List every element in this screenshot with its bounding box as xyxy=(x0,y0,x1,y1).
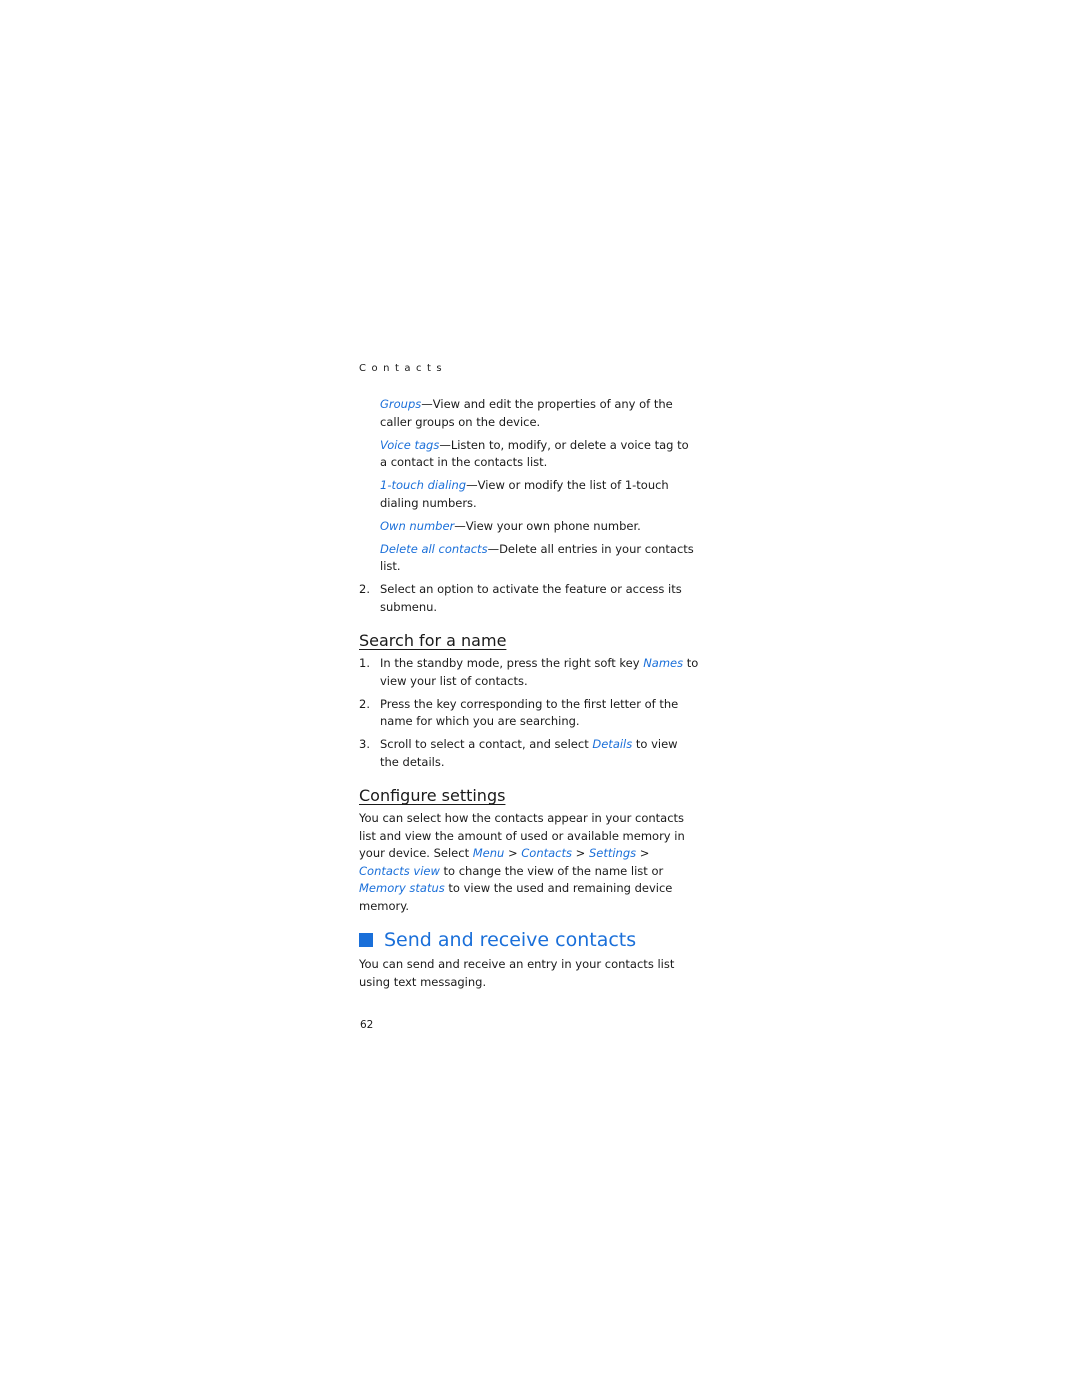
step-number: 3. xyxy=(359,737,370,751)
step-number: 2. xyxy=(359,696,370,711)
option-term: Delete all contacts xyxy=(380,541,488,556)
option-groups: Groups—View and edit the properties of a… xyxy=(380,396,699,431)
step-link: Details xyxy=(592,737,633,751)
send-receive-heading: Send and receive contacts xyxy=(359,927,699,953)
settings-link: Settings xyxy=(588,846,637,860)
option-voice-tags: Voice tags—Listen to, modify, or delete … xyxy=(380,437,699,472)
step-2: 2. Select an option to activate the feat… xyxy=(359,581,699,616)
search-step: 3. Scroll to select a contact, and selec… xyxy=(359,736,699,771)
step-text: Select an option to activate the feature… xyxy=(380,582,682,614)
configure-text: to change the view of the name list or xyxy=(439,863,664,878)
send-receive-paragraph: You can send and receive an entry in you… xyxy=(359,957,675,989)
page-number: 62 xyxy=(360,1019,374,1031)
path-separator: > xyxy=(636,846,650,860)
option-term: Voice tags xyxy=(380,437,440,452)
contacts-view-link: Contacts view xyxy=(359,863,440,878)
option-delete-all-contacts: Delete all contacts—Delete all entries i… xyxy=(380,541,699,576)
step-number: 2. xyxy=(359,582,370,596)
menu-link: Menu xyxy=(472,846,505,860)
step-text-pre: Scroll to select a contact, and select xyxy=(380,737,593,751)
manual-page: Contacts Groups—View and edit the proper… xyxy=(359,362,699,991)
running-header: Contacts xyxy=(359,363,448,374)
configure-paragraph: You can select how the contacts appear i… xyxy=(359,810,699,915)
option-desc: —View your own phone number. xyxy=(454,518,641,533)
section-square-icon xyxy=(359,933,373,947)
contacts-link: Contacts xyxy=(521,846,572,860)
path-separator: > xyxy=(504,846,522,860)
step-number: 1. xyxy=(359,656,370,670)
option-1-touch-dialing: 1-touch dialing—View or modify the list … xyxy=(380,477,699,512)
search-heading: Search for a name xyxy=(359,631,507,650)
step-text-pre: Press the key corresponding to the first… xyxy=(380,696,679,729)
memory-status-link: Memory status xyxy=(359,881,445,895)
option-desc: —View and edit the properties of any of … xyxy=(380,397,673,429)
search-step: 2. Press the key corresponding to the fi… xyxy=(359,696,699,731)
search-step: 1. In the standby mode, press the right … xyxy=(359,655,699,690)
step-link: Names xyxy=(643,656,684,670)
configure-heading: Configure settings xyxy=(359,786,506,805)
option-own-number: Own number—View your own phone number. xyxy=(380,518,699,536)
option-term: Own number xyxy=(380,518,455,533)
step-text-pre: In the standby mode, press the right sof… xyxy=(380,656,644,670)
option-term: 1-touch dialing xyxy=(380,478,467,492)
path-separator: > xyxy=(572,846,589,860)
send-receive-title: Send and receive contacts xyxy=(384,929,637,951)
option-term: Groups xyxy=(380,397,422,411)
